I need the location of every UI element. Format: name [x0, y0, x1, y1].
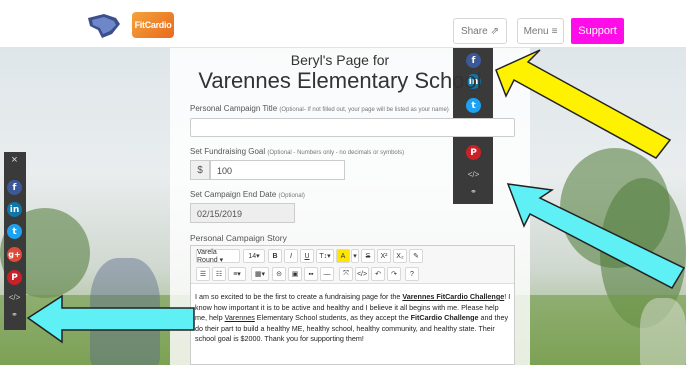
story-editor[interactable]: Varela Round ▾ 14▾ B I U T↕▾ A ▾ S X² X₂…	[190, 245, 515, 365]
font-family-select[interactable]: Varela Round ▾	[196, 249, 240, 264]
table-button[interactable]: ▦▾	[251, 267, 269, 281]
italic-button[interactable]: I	[284, 249, 298, 263]
campaign-title-hint: (Optional- If not filled out, your page …	[279, 107, 449, 113]
goal-input[interactable]: 100	[210, 160, 345, 180]
video-button[interactable]: ▪▪	[304, 267, 318, 281]
state-logo-icon[interactable]	[86, 12, 122, 40]
subscript-button[interactable]: X₂	[393, 249, 407, 263]
bold-button[interactable]: B	[268, 249, 282, 263]
superscript-button[interactable]: X²	[377, 249, 391, 263]
menu-button-label: Menu	[523, 25, 549, 37]
link-icon[interactable]: ⚭	[7, 310, 22, 319]
end-date-label: Set Campaign End Date (Optional)	[190, 190, 305, 199]
embed-icon[interactable]: </>	[466, 170, 481, 179]
school-title: Varennes Elementary School	[198, 68, 482, 93]
font-color-dropdown[interactable]: ▾	[351, 249, 359, 263]
link-icon[interactable]: ⚭	[466, 187, 481, 196]
horizontal-rule-button[interactable]: —	[320, 267, 334, 281]
eraser-button[interactable]: ✎	[409, 249, 423, 263]
undo-button[interactable]: ↶	[371, 267, 385, 281]
underline-button[interactable]: U	[300, 249, 314, 263]
hamburger-icon: ≡	[551, 25, 558, 37]
menu-button[interactable]: Menu ≡	[517, 18, 564, 44]
unordered-list-button[interactable]: ☰	[196, 267, 210, 281]
top-navbar: FitCardio Share ⇗ Menu ≡ Support	[0, 0, 686, 48]
close-icon[interactable]: ×	[7, 154, 22, 166]
redo-button[interactable]: ↷	[387, 267, 401, 281]
currency-prefix: $	[190, 160, 210, 180]
end-date-input[interactable]: 02/15/2019	[190, 203, 295, 223]
end-date-hint: (Optional)	[278, 193, 305, 199]
page-title: Beryl's Page for	[290, 52, 390, 68]
image-button[interactable]: ▣	[288, 267, 302, 281]
left-share-bar: × f in t g+ P </> ⚭	[4, 152, 26, 330]
fitcardio-logo[interactable]: FitCardio	[132, 12, 174, 38]
facebook-icon[interactable]: f	[7, 180, 22, 195]
strikethrough-button[interactable]: S	[361, 249, 375, 263]
link-button[interactable]: ⊝	[272, 267, 286, 281]
code-view-button[interactable]: </>	[355, 267, 369, 281]
pinterest-icon[interactable]: P	[7, 270, 22, 285]
ordered-list-button[interactable]: ☷	[212, 267, 226, 281]
goal-hint: (Optional - Numbers only - no decimals o…	[267, 150, 405, 156]
support-button[interactable]: Support	[571, 18, 624, 44]
font-size-select[interactable]: 14▾	[243, 249, 265, 263]
linkedin-icon[interactable]: in	[7, 202, 22, 217]
story-label: Personal Campaign Story	[190, 233, 287, 243]
twitter-icon[interactable]: t	[466, 98, 481, 113]
share-button-label: Share	[460, 25, 488, 37]
campaign-title-label: Personal Campaign Title (Optional- If no…	[190, 104, 449, 113]
share-icon: ⇗	[490, 25, 500, 37]
story-text[interactable]: I am so excited to be the first to creat…	[195, 292, 511, 345]
help-button[interactable]: ?	[405, 267, 419, 281]
twitter-icon[interactable]: t	[7, 224, 22, 239]
text-height-button[interactable]: T↕▾	[316, 249, 334, 263]
embed-icon[interactable]: </>	[7, 293, 22, 302]
goal-label: Set Fundraising Goal (Optional - Numbers…	[190, 147, 405, 156]
editor-toolbar: Varela Round ▾ 14▾ B I U T↕▾ A ▾ S X² X₂…	[191, 246, 514, 284]
font-color-button[interactable]: A	[336, 249, 350, 263]
fullscreen-button[interactable]: ⤧	[339, 267, 353, 281]
campaign-title-input[interactable]	[190, 118, 515, 137]
share-button[interactable]: Share ⇗	[453, 18, 507, 44]
align-button[interactable]: ≡▾	[228, 267, 246, 281]
google-plus-icon[interactable]: g+	[7, 247, 22, 262]
pinterest-icon[interactable]: P	[466, 145, 481, 160]
